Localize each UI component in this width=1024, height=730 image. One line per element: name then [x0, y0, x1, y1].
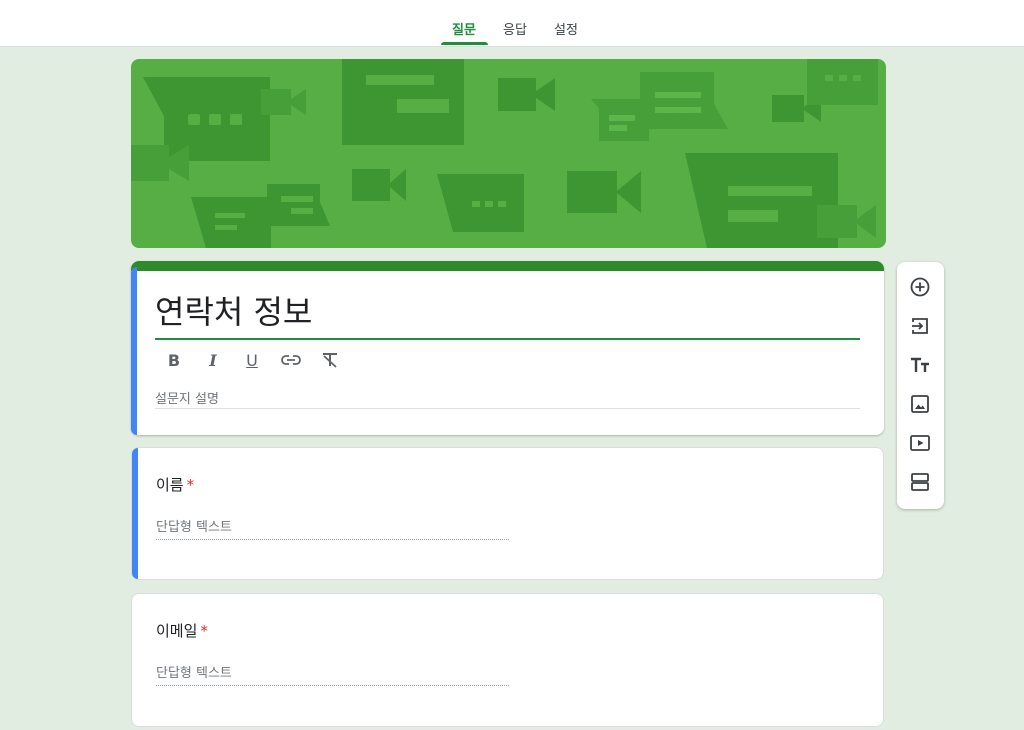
underline-icon: U: [246, 350, 258, 370]
question-title[interactable]: 이름 *: [156, 474, 194, 495]
required-asterisk: *: [200, 622, 208, 640]
title-input-underline: [155, 338, 860, 340]
header-banner-image: [131, 59, 886, 248]
title-card-color-bar: [131, 261, 884, 271]
clear-formatting-icon: [323, 353, 337, 368]
add-video-icon: [910, 435, 930, 451]
add-video-button[interactable]: [908, 431, 932, 455]
import-questions-button[interactable]: [908, 314, 932, 338]
tab-settings[interactable]: 설정: [554, 19, 578, 38]
add-question-button[interactable]: [908, 275, 932, 299]
bold-icon: B: [167, 350, 181, 370]
add-image-icon: [911, 395, 929, 413]
link-button[interactable]: [280, 350, 302, 370]
question-title[interactable]: 이메일 *: [156, 620, 208, 641]
form-title-card[interactable]: 연락처 정보 B I U 설문지 설명: [131, 261, 884, 435]
form-title-input[interactable]: 연락처 정보: [155, 287, 312, 333]
banner-pattern: [131, 59, 878, 248]
short-answer-placeholder: 단답형 텍스트: [156, 520, 232, 535]
import-questions-icon: [912, 318, 928, 334]
active-card-indicator: [132, 448, 138, 579]
short-answer-placeholder: 단답형 텍스트: [156, 666, 232, 681]
bold-button[interactable]: B: [163, 350, 185, 370]
add-section-icon: [911, 473, 929, 491]
italic-button[interactable]: I: [202, 350, 224, 370]
short-answer-underline: [156, 539, 509, 540]
link-icon: [281, 355, 301, 365]
active-card-indicator: [131, 267, 137, 435]
add-title-icon: [911, 357, 929, 372]
top-tab-bar: 질문 응답 설정: [0, 0, 1024, 47]
add-title-button[interactable]: [908, 353, 932, 377]
question-title-text: 이름: [156, 476, 184, 494]
tab-responses[interactable]: 응답: [503, 19, 527, 38]
add-question-icon: [910, 277, 930, 297]
clear-formatting-button[interactable]: [319, 350, 341, 370]
add-section-button[interactable]: [908, 470, 932, 494]
underline-button[interactable]: U: [241, 350, 263, 370]
short-answer-underline: [156, 685, 509, 686]
form-description-input[interactable]: 설문지 설명: [155, 388, 219, 407]
question-card[interactable]: 이메일 * 단답형 텍스트: [131, 593, 884, 727]
description-underline: [155, 408, 860, 409]
question-title-text: 이메일: [156, 622, 198, 640]
active-tab-indicator: [441, 42, 488, 45]
tab-questions[interactable]: 질문: [452, 19, 476, 38]
question-card[interactable]: 이름 * 단답형 텍스트: [131, 447, 884, 580]
italic-icon: I: [209, 350, 217, 370]
floating-side-toolbar: [897, 262, 944, 509]
add-image-button[interactable]: [908, 392, 932, 416]
required-asterisk: *: [186, 476, 195, 494]
